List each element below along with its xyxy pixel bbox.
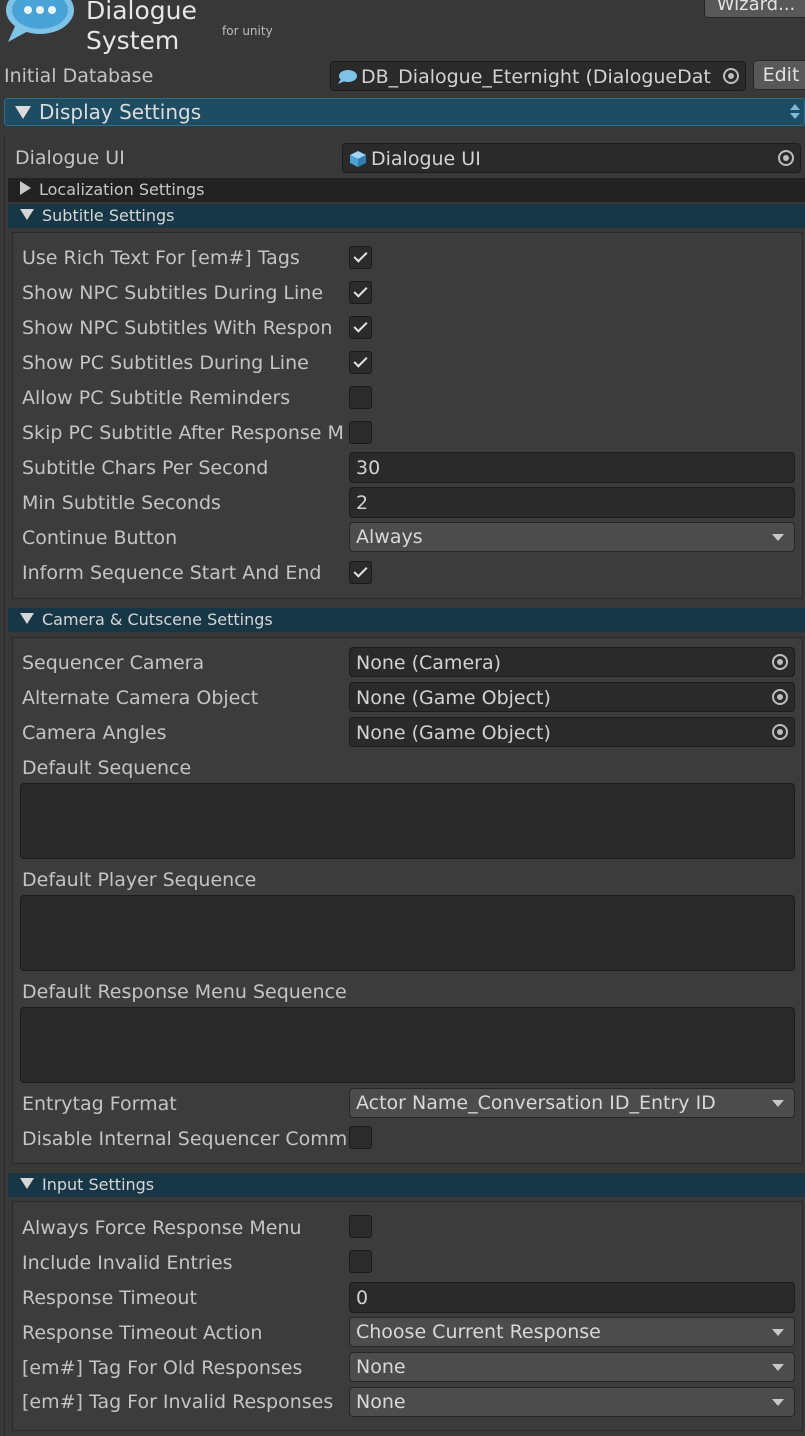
pc-subtitle-reminders-label: Allow PC Subtitle Reminders [22,387,291,409]
default-response-menu-sequence-textarea[interactable] [20,1007,795,1083]
wizard-button[interactable]: Wizard... [704,0,805,18]
include-invalid-entries-label: Include Invalid Entries [22,1252,233,1274]
edit-database-button[interactable]: Edit [753,60,805,90]
alternate-camera-label: Alternate Camera Object [22,687,259,709]
npc-subtitles-during-line-label: Show NPC Subtitles During Line [22,282,324,304]
camera-settings-title: Camera & Cutscene Settings [42,610,273,629]
collapsed-triangle-icon [20,181,31,195]
camera-settings-header[interactable]: Camera & Cutscene Settings [8,608,805,632]
invalid-responses-tag-value: None [356,1391,406,1413]
continue-button-dropdown[interactable]: Always [349,522,795,552]
dropdown-arrow-icon [772,1100,784,1107]
chars-per-second-label: Subtitle Chars Per Second [22,457,269,479]
default-sequence-label: Default Sequence [22,757,192,779]
input-settings-title: Input Settings [42,1175,155,1194]
disable-internal-sequencer-checkbox[interactable] [349,1126,372,1149]
dropdown-arrow-icon [772,1399,784,1406]
response-timeout-input[interactable]: 0 [349,1282,795,1313]
expanded-triangle-icon [20,209,34,220]
continue-button-label: Continue Button [22,527,178,549]
dialogue-ui-field[interactable]: Dialogue UI [342,143,801,173]
pc-subtitles-during-line-label: Show PC Subtitles During Line [22,352,309,374]
inform-sequence-label: Inform Sequence Start And End [22,562,322,584]
default-player-sequence-textarea[interactable] [20,895,795,971]
dropdown-arrow-icon [772,534,784,541]
logo: Dialogue System for unity [0,0,290,55]
prefab-cube-icon [350,151,366,167]
object-picker-icon[interactable] [723,68,739,84]
camera-angles-value: None (Game Object) [356,722,551,744]
rich-text-label: Use Rich Text For [em#] Tags [22,247,300,269]
camera-angles-field[interactable]: None (Game Object) [349,717,795,747]
old-responses-tag-label: [em#] Tag For Old Responses [22,1357,303,1379]
logo-subtitle: for unity [222,24,273,38]
initial-database-value: DB_Dialogue_Eternight (DialogueDat [361,66,711,88]
include-invalid-entries-checkbox[interactable] [349,1250,372,1273]
speech-bubble-icon [6,0,74,42]
old-responses-tag-dropdown[interactable]: None [349,1352,795,1382]
object-picker-icon[interactable] [772,689,788,705]
min-subtitle-seconds-label: Min Subtitle Seconds [22,492,221,514]
old-responses-tag-value: None [356,1356,406,1378]
continue-button-value: Always [356,526,423,548]
always-force-response-checkbox[interactable] [349,1215,372,1238]
subtitle-settings-title: Subtitle Settings [42,206,175,225]
response-timeout-action-label: Response Timeout Action [22,1322,263,1344]
sequencer-camera-field[interactable]: None (Camera) [349,647,795,677]
pc-subtitle-reminders-checkbox[interactable] [349,386,372,409]
localization-settings-title: Localization Settings [39,180,205,199]
pc-subtitles-during-line-checkbox[interactable] [349,351,372,374]
display-settings-header[interactable]: Display Settings [4,98,805,126]
default-sequence-textarea[interactable] [20,783,795,859]
always-force-response-label: Always Force Response Menu [22,1217,302,1239]
skip-pc-subtitle-checkbox[interactable] [349,421,372,444]
object-picker-icon[interactable] [778,150,794,166]
disable-internal-sequencer-label: Disable Internal Sequencer Comm [22,1128,346,1150]
display-settings-title: Display Settings [39,100,202,124]
npc-subtitles-with-response-label: Show NPC Subtitles With Respon [22,317,333,339]
npc-subtitles-during-line-checkbox[interactable] [349,281,372,304]
alternate-camera-field[interactable]: None (Game Object) [349,682,795,712]
expanded-triangle-icon [20,1178,34,1189]
dialogue-ui-value: Dialogue UI [371,148,481,170]
input-settings-header[interactable]: Input Settings [8,1173,805,1197]
skip-pc-subtitle-label: Skip PC Subtitle After Response M [22,422,344,444]
expanded-triangle-icon [15,106,31,119]
default-player-sequence-label: Default Player Sequence [22,869,257,891]
object-picker-icon[interactable] [772,654,788,670]
entrytag-format-label: Entrytag Format [22,1093,177,1115]
expanded-triangle-icon [20,613,34,624]
npc-subtitles-with-response-checkbox[interactable] [349,316,372,339]
sort-arrows-icon [790,104,800,120]
initial-database-label: Initial Database [4,65,154,87]
object-picker-icon[interactable] [772,724,788,740]
invalid-responses-tag-label: [em#] Tag For Invalid Responses [22,1391,334,1413]
entrytag-format-value: Actor Name_Conversation ID_Entry ID [356,1092,716,1114]
speech-bubble-icon [338,70,357,84]
chars-per-second-input[interactable]: 30 [349,452,795,483]
sequencer-camera-label: Sequencer Camera [22,652,205,674]
sequencer-camera-value: None (Camera) [356,652,501,674]
response-timeout-label: Response Timeout [22,1287,197,1309]
dropdown-arrow-icon [772,1364,784,1371]
localization-settings-header[interactable]: Localization Settings [8,178,805,202]
default-response-menu-sequence-label: Default Response Menu Sequence [22,981,347,1003]
min-subtitle-seconds-input[interactable]: 2 [349,487,795,518]
dialogue-ui-label: Dialogue UI [15,147,125,169]
invalid-responses-tag-dropdown[interactable]: None [349,1387,795,1417]
rich-text-checkbox[interactable] [349,246,372,269]
inform-sequence-checkbox[interactable] [349,561,372,584]
response-timeout-action-dropdown[interactable]: Choose Current Response [349,1317,795,1347]
response-timeout-action-value: Choose Current Response [356,1321,601,1343]
alternate-camera-value: None (Game Object) [356,687,551,709]
entrytag-format-dropdown[interactable]: Actor Name_Conversation ID_Entry ID [349,1088,795,1118]
camera-angles-label: Camera Angles [22,722,167,744]
subtitle-settings-header[interactable]: Subtitle Settings [8,204,805,228]
dropdown-arrow-icon [772,1329,784,1336]
initial-database-field[interactable]: DB_Dialogue_Eternight (DialogueDat [330,61,746,91]
